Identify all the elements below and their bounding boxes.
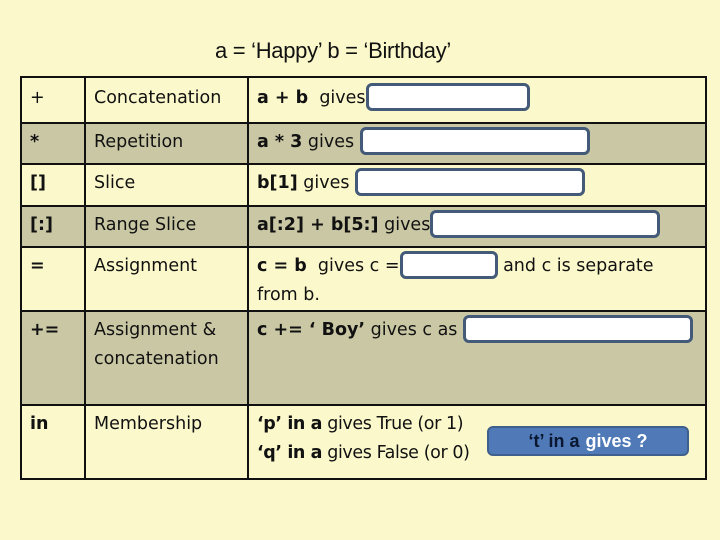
- answer-box-assignment-concatenation[interactable]: [462, 314, 693, 343]
- example-text: gives c as: [365, 320, 463, 340]
- example-text: gives c =: [306, 256, 400, 276]
- operator-symbol: []: [20, 163, 86, 207]
- operator-name: Range Slice: [84, 205, 249, 248]
- operator-symbol: +=: [20, 310, 86, 406]
- string-operators-table: + Concatenation a + b gives * Repetition…: [20, 76, 707, 480]
- operator-name: Assignment: [84, 246, 249, 312]
- operator-example: a[:2] + b[5:] gives: [247, 205, 707, 248]
- operator-name: Concatenation: [84, 76, 249, 124]
- example-text-line2: from b.: [257, 285, 320, 305]
- example-code: b[1]: [257, 173, 298, 193]
- answer-box-slice[interactable]: [355, 167, 586, 196]
- table-row-assignment-concatenation: += Assignment & concatenation c += ‘ Boy…: [20, 310, 707, 406]
- example-code: ‘p’ in a: [257, 414, 323, 434]
- table-row-membership: in Membership ‘p’ in a gives True (or 1)…: [20, 404, 707, 480]
- operator-symbol: in: [20, 404, 86, 480]
- table-row-assignment: = Assignment c = b gives c = and c is se…: [20, 246, 707, 312]
- answer-box-concatenation[interactable]: [365, 82, 530, 111]
- operator-symbol: *: [20, 122, 86, 165]
- operator-example: a * 3 gives: [247, 122, 707, 165]
- operator-name: Slice: [84, 163, 249, 207]
- example-code: c = b: [257, 256, 307, 276]
- table-row-slice: [] Slice b[1] gives: [20, 163, 707, 207]
- operator-example: a + b gives: [247, 76, 707, 124]
- example-code: a[:2] + b[5:]: [257, 215, 379, 235]
- table-row-repetition: * Repetition a * 3 gives: [20, 122, 707, 165]
- operator-name: Membership: [84, 404, 249, 480]
- operator-symbol: =: [20, 246, 86, 312]
- example-code: c += ‘ Boy’: [257, 320, 366, 340]
- example-code: ‘q’ in a: [257, 443, 323, 463]
- table-row-range-slice: [:] Range Slice a[:2] + b[5:] gives: [20, 205, 707, 248]
- operator-example: c += ‘ Boy’ gives c as: [247, 310, 707, 406]
- example-code: a + b: [257, 88, 309, 108]
- example-text: gives True (or 1): [322, 414, 464, 434]
- table-row-concatenation: + Concatenation a + b gives: [20, 76, 707, 124]
- operator-example: ‘p’ in a gives True (or 1) ‘q’ in a give…: [247, 404, 707, 480]
- example-text: gives: [302, 132, 355, 152]
- example-text: gives: [308, 88, 366, 108]
- example-text: gives: [378, 215, 431, 235]
- quiz-question-code: ‘t’ in a: [528, 431, 580, 451]
- example-text: gives False (or 0): [322, 443, 470, 463]
- example-code: a * 3: [257, 132, 303, 152]
- quiz-question-button[interactable]: ‘t’ in a gives ?: [487, 426, 689, 456]
- operator-name: Assignment & concatenation: [84, 310, 249, 406]
- example-text-after: and c is separate: [503, 256, 654, 276]
- answer-box-range-slice[interactable]: [430, 209, 661, 238]
- operator-example: c = b gives c = and c is separate from b…: [247, 246, 707, 312]
- operator-symbol: +: [20, 76, 86, 124]
- quiz-question-text: gives ?: [585, 431, 648, 451]
- answer-box-repetition[interactable]: [359, 126, 590, 155]
- operator-name: Repetition: [84, 122, 249, 165]
- slide-title: a = ‘Happy’ b = ‘Birthday’: [215, 38, 451, 63]
- example-text: gives: [297, 173, 356, 193]
- answer-box-assignment[interactable]: [399, 250, 498, 279]
- operator-symbol: [:]: [20, 205, 86, 248]
- operator-example: b[1] gives: [247, 163, 707, 207]
